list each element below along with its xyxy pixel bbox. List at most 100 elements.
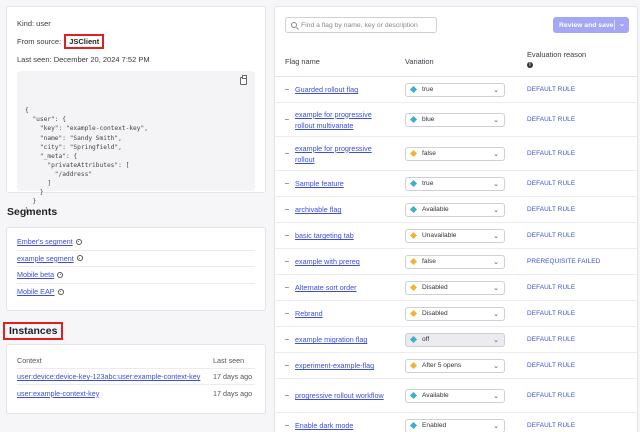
flag-name-link[interactable]: example with prereq [295, 256, 391, 267]
variation-value: off [422, 336, 430, 343]
flag-row: – Guarded rollout flag true ⌄ DEFAULT RULE [275, 77, 637, 103]
segment-item: Mobile beta [17, 267, 255, 284]
chevron-down-icon: ⌄ [493, 180, 499, 188]
instance-context-link[interactable]: user:device:device-key-123abc:user:examp… [17, 372, 200, 381]
variation-diamond-icon [409, 391, 418, 400]
variation-select[interactable]: Disabled ⌄ [405, 280, 505, 295]
flag-row: – example for progressive rollout multiva… [275, 103, 637, 137]
evaluation-reason: DEFAULT RULE [527, 422, 576, 429]
chevron-down-icon: ⌄ [493, 336, 499, 344]
flag-name-link[interactable]: basic targeting tab [295, 230, 391, 241]
variation-select[interactable]: Enabled ⌄ [405, 418, 505, 432]
context-kind: Kind: user [17, 18, 51, 28]
variation-select[interactable]: false ⌄ [405, 254, 505, 269]
row-dash: – [285, 150, 289, 157]
variation-diamond-icon [409, 85, 418, 94]
instance-context-link[interactable]: user:example-context-key [17, 389, 99, 398]
segments-card: Ember's segment example segment Mobile b… [6, 227, 266, 311]
variation-value: Disabled [422, 284, 448, 291]
chevron-down-icon: ⌄ [493, 310, 499, 318]
variation-diamond-icon [409, 257, 418, 266]
evaluation-reason: DEFAULT RULE [527, 284, 576, 291]
left-column: Kind: user From source: JSClient Last se… [3, 6, 266, 414]
chevron-down-icon: ⌄ [493, 116, 499, 124]
flag-name-link[interactable]: Guarded rollout flag [295, 84, 391, 95]
col-flag-name: Flag name [285, 57, 320, 66]
flag-name-link[interactable]: Rebrand [295, 308, 391, 319]
variation-select[interactable]: true ⌄ [405, 176, 505, 191]
variation-select[interactable]: After 5 opens ⌄ [405, 358, 505, 373]
instance-row: user:example-context-key 17 days ago [17, 385, 255, 401]
review-and-save-label: Review and save [559, 21, 614, 29]
flag-row: – progressive rollout workflow Available ⌄ D… [275, 379, 637, 413]
flag-name-link[interactable]: example for progressive rollout [295, 143, 391, 165]
flag-name-link[interactable]: Alternate sort order [295, 282, 391, 293]
variation-diamond-icon [409, 205, 418, 214]
segment-link[interactable]: Mobile EAP [17, 287, 55, 296]
segment-link[interactable]: Mobile beta [17, 270, 54, 279]
flag-name-link[interactable]: experiment-example-flag [295, 360, 391, 371]
variation-diamond-icon [409, 115, 418, 124]
flag-row: – example with prereq false ⌄ PREREQUISITE F… [275, 249, 637, 275]
flag-row: – Enable dark mode Enabled ⌄ DEFAULT RULE [275, 413, 637, 432]
row-dash: – [285, 336, 289, 343]
variation-select[interactable]: blue ⌄ [405, 112, 505, 127]
json-line: } [25, 189, 44, 197]
variation-select[interactable]: Unavailable ⌄ [405, 228, 505, 243]
evaluation-reason: DEFAULT RULE [527, 116, 576, 123]
segment-item: Mobile EAP [17, 284, 255, 301]
flag-name-link[interactable]: example for progressive rollout multivar… [295, 109, 391, 131]
context-source-value: JSClient [64, 33, 105, 49]
variation-value: Available [422, 206, 449, 213]
chevron-down-icon: ⌄ [493, 258, 499, 266]
variation-select[interactable]: Available ⌄ [405, 388, 505, 403]
flag-name-link[interactable]: Sample feature [295, 178, 391, 189]
info-icon[interactable]: i [527, 62, 533, 68]
json-line: "city": "Springfield", [25, 143, 122, 151]
variation-value: Available [422, 392, 449, 399]
variation-value: Enabled [422, 422, 447, 429]
variation-value: After 5 opens [422, 362, 462, 369]
variation-diamond-icon [409, 149, 418, 158]
variation-diamond-icon [409, 309, 418, 318]
row-dash: – [285, 116, 289, 123]
flag-search-input[interactable]: Find a flag by name, key or description [285, 17, 437, 33]
json-line: "/address" [25, 170, 93, 178]
flag-name-link[interactable]: example migration flag [295, 334, 391, 345]
variation-value: true [422, 86, 434, 93]
evaluation-reason: PREREQUISITE FAILED [527, 258, 601, 265]
col-variation: Variation [405, 57, 434, 66]
variation-select[interactable]: Available ⌄ [405, 202, 505, 217]
row-dash: – [285, 362, 289, 369]
copy-icon[interactable] [240, 75, 247, 85]
chevron-down-icon[interactable]: ⌄ [619, 20, 625, 28]
segments-title: Segments [7, 206, 58, 218]
chevron-down-icon: ⌄ [493, 232, 499, 240]
variation-select[interactable]: Disabled ⌄ [405, 306, 505, 321]
instances-col-last-seen: Last seen [213, 356, 245, 365]
evaluation-reason: DEFAULT RULE [527, 86, 576, 93]
variation-value: true [422, 180, 434, 187]
segment-link[interactable]: Ember's segment [17, 237, 73, 246]
evaluation-reason: DEFAULT RULE [527, 180, 576, 187]
segment-link[interactable]: example segment [17, 254, 74, 263]
chevron-down-icon: ⌄ [493, 422, 499, 430]
segment-icon [57, 271, 64, 278]
variation-diamond-icon [409, 179, 418, 188]
json-line: "_meta": { [25, 152, 78, 160]
chevron-down-icon: ⌄ [493, 284, 499, 292]
variation-select[interactable]: false ⌄ [405, 146, 505, 161]
review-and-save-button[interactable]: Review and save ⌄ [553, 17, 629, 33]
flag-name-link[interactable]: archivable flag [295, 204, 391, 215]
flag-name-link[interactable]: Enable dark mode [295, 420, 391, 431]
flag-name-link[interactable]: progressive rollout workflow [295, 390, 391, 401]
variation-select[interactable]: off ⌄ [405, 332, 505, 347]
button-divider [614, 20, 615, 30]
evaluation-reason: DEFAULT RULE [527, 362, 576, 369]
flag-row: – example for progressive rollout false ⌄ DE… [275, 137, 637, 171]
variation-select[interactable]: true ⌄ [405, 82, 505, 97]
col-evaluation-reason: Evaluation reason i [527, 50, 586, 68]
segment-item: example segment [17, 251, 255, 267]
search-icon [291, 22, 297, 28]
variation-value: blue [422, 116, 435, 123]
